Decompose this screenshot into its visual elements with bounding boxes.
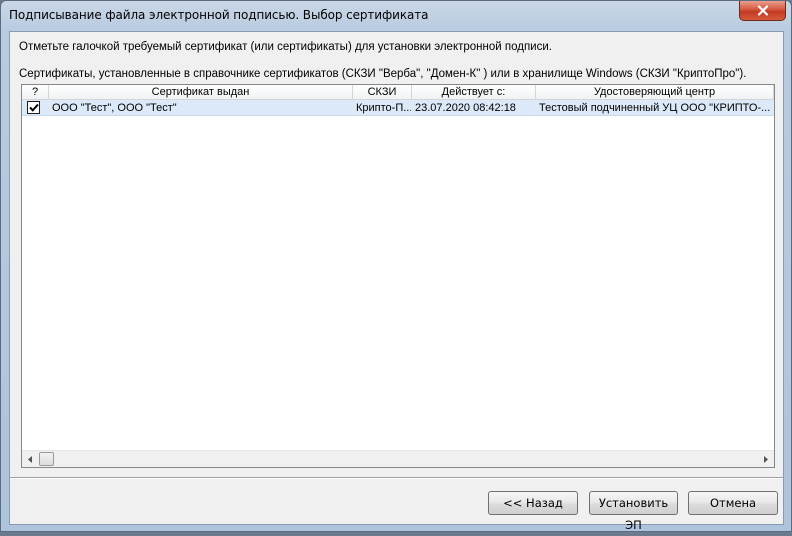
title-bar[interactable]: Подписывание файла электронной подписью.…: [1, 1, 791, 31]
arrow-left-icon: [28, 455, 32, 463]
window-title: Подписывание файла электронной подписью.…: [9, 8, 429, 22]
cell-valid-from: 23.07.2020 08:42:18: [412, 100, 536, 116]
divider: [10, 477, 783, 479]
cell-issued-to: ООО "Тест", ООО "Тест": [49, 100, 353, 116]
arrow-right-icon: [764, 455, 768, 463]
column-header-ca[interactable]: Удостоверяющий центр: [536, 85, 774, 100]
column-header-valid-from[interactable]: Действует с:: [412, 85, 536, 100]
install-signature-button[interactable]: Установить ЭП: [589, 491, 678, 532]
checkmark-icon: [28, 103, 39, 112]
column-header-issued-to[interactable]: Сертификат выдан: [49, 85, 353, 100]
dialog-body: Отметьте галочкой требуемый сертификат (…: [9, 31, 784, 532]
table-header: ? Сертификат выдан СКЗИ Действует с: Удо…: [22, 85, 774, 100]
close-icon: [757, 5, 768, 16]
certificate-source-text: Сертификаты, установленные в справочнике…: [19, 68, 747, 80]
close-button[interactable]: [739, 1, 786, 21]
certificate-checkbox[interactable]: [27, 101, 40, 114]
cell-ca: Тестовый подчиненный УЦ ООО "КРИПТО-...: [536, 100, 774, 116]
cell-skzi: Крипто-П...: [353, 100, 412, 116]
table-row[interactable]: ООО "Тест", ООО "Тест" Крипто-П... 23.07…: [22, 100, 774, 116]
cancel-button[interactable]: Отмена: [688, 491, 778, 515]
back-button[interactable]: << Назад: [488, 491, 578, 515]
instruction-text: Отметьте галочкой требуемый сертификат (…: [19, 41, 552, 53]
scroll-left-button[interactable]: [22, 451, 39, 467]
row-check-cell: [22, 100, 49, 116]
column-header-check[interactable]: ?: [22, 85, 49, 100]
scroll-thumb[interactable]: [39, 452, 54, 466]
column-header-skzi[interactable]: СКЗИ: [353, 85, 412, 100]
dialog-window: Подписывание файла электронной подписью.…: [0, 0, 792, 532]
horizontal-scrollbar[interactable]: [22, 450, 774, 467]
scroll-right-button[interactable]: [757, 451, 774, 467]
certificate-table[interactable]: ? Сертификат выдан СКЗИ Действует с: Удо…: [21, 84, 775, 468]
